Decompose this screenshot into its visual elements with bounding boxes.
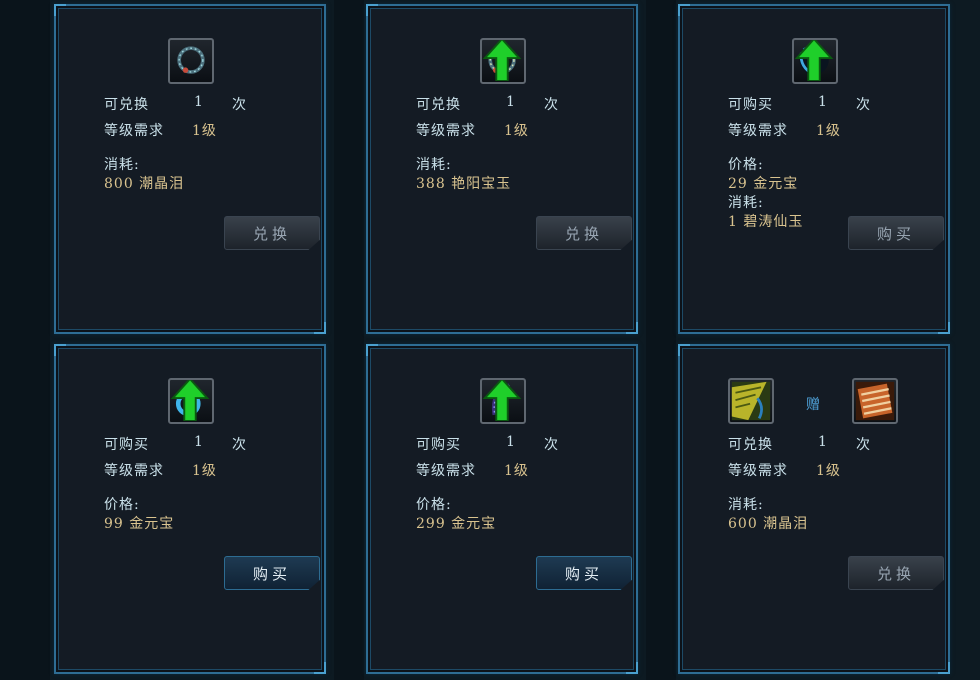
count-unit: 次 [544, 437, 559, 453]
blue-bracelet-upgrade-icon[interactable] [168, 378, 214, 424]
count-label: 可购买 [416, 437, 461, 453]
shop-item-card: 可购买 1 次 等级需求 1级 价格: 299 金元宝 购买 [366, 344, 638, 674]
level-label: 等级需求 [416, 123, 476, 139]
level-value: 1级 [816, 463, 841, 479]
cost-label: 消耗: [104, 157, 140, 173]
price-value: 29 金元宝 [728, 176, 799, 192]
shop-item-card: 赠 可兑换 1 次 等级需求 1级 消耗: 600 潮晶泪 兑换 [678, 344, 950, 674]
count-unit: 次 [232, 437, 247, 453]
level-value: 1级 [504, 123, 529, 139]
count-value: 1 [194, 94, 204, 110]
level-value: 1级 [504, 463, 529, 479]
cost-value: 600 潮晶泪 [728, 516, 809, 532]
level-label: 等级需求 [728, 463, 788, 479]
exchange-button[interactable]: 兑换 [848, 556, 944, 590]
count-label: 可兑换 [728, 437, 773, 453]
level-label: 等级需求 [416, 463, 476, 479]
count-label: 可购买 [728, 97, 773, 113]
shop-item-card: 可兑换 1 次 等级需求 1级 消耗: 800 潮晶泪 兑换 [54, 4, 326, 334]
level-value: 1级 [816, 123, 841, 139]
cost-label: 消耗: [728, 195, 764, 211]
purple-pendant-upgrade-icon[interactable] [480, 378, 526, 424]
background-stripe [0, 0, 50, 680]
exchange-button[interactable]: 兑换 [536, 216, 632, 250]
count-unit: 次 [232, 97, 247, 113]
yellow-scroll-icon[interactable] [728, 378, 774, 424]
shop-item-card: 可购买 1 次 等级需求 1级 价格: 29 金元宝 消耗: 1 碧涛仙玉 购买 [678, 4, 950, 334]
upgrade-arrow-icon [482, 40, 522, 81]
cost-value: 800 潮晶泪 [104, 176, 185, 192]
count-value: 1 [818, 434, 828, 450]
count-unit: 次 [856, 437, 871, 453]
price-label: 价格: [104, 497, 140, 513]
count-value: 1 [506, 94, 516, 110]
cost-value: 388 艳阳宝玉 [416, 176, 512, 192]
count-label: 可购买 [104, 437, 149, 453]
gift-label: 赠 [806, 397, 820, 413]
count-label: 可兑换 [416, 97, 461, 113]
price-label: 价格: [728, 157, 764, 173]
background-stripe [646, 0, 676, 680]
count-value: 1 [194, 434, 204, 450]
level-label: 等级需求 [104, 463, 164, 479]
exchange-button[interactable]: 兑换 [224, 216, 320, 250]
cost-label: 消耗: [728, 497, 764, 513]
purchase-button[interactable]: 购买 [224, 556, 320, 590]
shop-item-card: 可兑换 1 次 等级需求 1级 消耗: 388 艳阳宝玉 兑换 [366, 4, 638, 334]
level-value: 1级 [192, 123, 217, 139]
count-value: 1 [818, 94, 828, 110]
bead-necklace-upgrade-icon[interactable] [480, 38, 526, 84]
upgrade-arrow-icon [794, 40, 834, 81]
price-value: 299 金元宝 [416, 516, 497, 532]
purchase-button[interactable]: 购买 [848, 216, 944, 250]
striped-scroll-icon[interactable] [852, 378, 898, 424]
price-value: 99 金元宝 [104, 516, 175, 532]
level-label: 等级需求 [728, 123, 788, 139]
cost-label: 消耗: [416, 157, 452, 173]
background-stripe [334, 0, 364, 680]
shop-item-card: 可购买 1 次 等级需求 1级 价格: 99 金元宝 购买 [54, 344, 326, 674]
purchase-button[interactable]: 购买 [536, 556, 632, 590]
count-unit: 次 [856, 97, 871, 113]
count-label: 可兑换 [104, 97, 149, 113]
upgrade-arrow-icon [170, 380, 210, 421]
level-label: 等级需求 [104, 123, 164, 139]
level-value: 1级 [192, 463, 217, 479]
upgrade-arrow-icon [482, 380, 522, 421]
price-label: 价格: [416, 497, 452, 513]
count-unit: 次 [544, 97, 559, 113]
dark-orb-upgrade-icon[interactable] [792, 38, 838, 84]
cost-value: 1 碧涛仙玉 [728, 214, 804, 230]
count-value: 1 [506, 434, 516, 450]
blue-bead-necklace-icon[interactable] [168, 38, 214, 84]
